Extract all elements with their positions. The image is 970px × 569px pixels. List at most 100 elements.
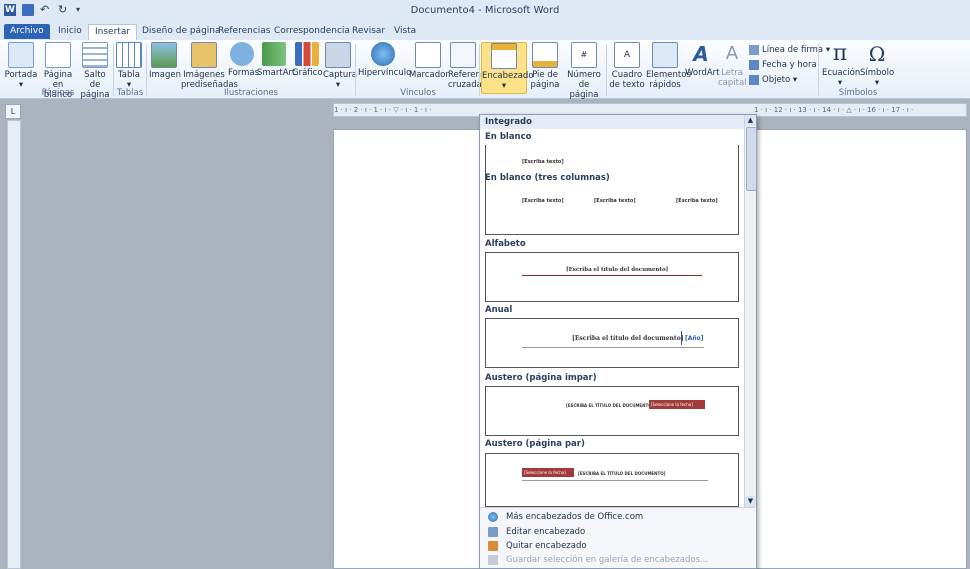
anual-divider [681, 331, 682, 345]
tab-inicio[interactable]: Inicio [52, 24, 88, 39]
gallery-item-anual[interactable]: [Escriba el título del documento] [Año] [485, 318, 739, 368]
tab-correspondencia[interactable]: Correspondencia [268, 24, 356, 39]
title-bar: W ↶ ↻ ▾ Documento4 - Microsoft Word [0, 0, 970, 23]
wordart-button[interactable]: A WordArt [685, 42, 720, 78]
picture-icon [151, 42, 177, 68]
gallery-scrollbar[interactable]: ▲ ▼ [744, 115, 757, 507]
date-time-icon [749, 59, 759, 70]
imagenes-prediseñadas-button[interactable]: Imágenes prediseñadas [181, 42, 238, 90]
quick-parts-icon [652, 42, 678, 68]
anual-rule [522, 347, 704, 348]
linea-de-firma-label: Línea de firma [762, 45, 824, 55]
group-separator [606, 44, 607, 96]
hipervinculo-button[interactable]: Hipervínculo [358, 42, 411, 78]
text-box-icon: A [614, 42, 640, 68]
tab-insertar[interactable]: Insertar [88, 24, 138, 40]
menu-label-guardar: Guardar selección en galería de encabeza… [506, 555, 709, 565]
referencia-cruzada-button[interactable]: Referencia cruzada [448, 42, 493, 90]
scroll-up-arrow-icon[interactable]: ▲ [745, 115, 756, 126]
header-gallery: Integrado En blanco [Escriba texto] En b… [479, 114, 757, 569]
placeholder-text: [Escriba texto] [522, 159, 564, 165]
numero-label-1: Número de [567, 70, 601, 90]
gallery-item-title: En blanco [485, 132, 532, 142]
ribbon: Portada ▾ Página en blanco Salto de pági… [0, 40, 970, 100]
wordart-label: WordArt [685, 68, 720, 78]
alfabeto-rule [522, 275, 702, 276]
chart-icon [295, 42, 319, 66]
tabla-button[interactable]: Tabla ▾ [116, 42, 142, 90]
salto-de-pagina-label-1: Salto de [84, 70, 106, 90]
gallery-item-tres-columnas[interactable]: [Escriba texto] [Escriba texto] [Escriba… [485, 186, 739, 235]
header-icon [491, 43, 517, 69]
shapes-icon [230, 42, 254, 66]
simbolo-button[interactable]: Ω Símbolo ▾ [860, 42, 894, 88]
tabla-label: Tabla [118, 70, 140, 80]
tab-revisar[interactable]: Revisar [346, 24, 391, 39]
encabezado-button[interactable]: Encabezado ▾ [481, 42, 534, 94]
letra-label-1: Letra [721, 68, 743, 78]
vertical-ruler[interactable] [7, 120, 21, 569]
formas-label: Formas [228, 68, 260, 78]
ruler-ticks-right: 1 · ı · 12 · ı · 13 · ı · 14 · ı · △ · ı… [754, 106, 914, 114]
imagen-button[interactable]: Imagen [149, 42, 182, 80]
menu-item-guardar-seleccion[interactable]: Guardar selección en galería de encabeza… [488, 553, 708, 567]
gallery-item-title: En blanco (tres columnas) [485, 173, 610, 183]
group-separator [818, 44, 819, 96]
smartart-label: SmartArt [257, 68, 296, 78]
screenshot-icon [325, 42, 351, 68]
menu-item-quitar-encabezado[interactable]: Quitar encabezado [488, 539, 587, 553]
numero-label-2: página [569, 90, 599, 100]
date-box: [Seleccione la fecha] [522, 468, 574, 477]
formas-button[interactable]: Formas [228, 42, 260, 78]
date-box: [Seleccione la fecha] [649, 400, 705, 409]
gallery-item-austero-impar[interactable]: [ESCRIBA EL TÍTULO DEL DOCUMENTO] [Selec… [485, 386, 739, 436]
objeto-label: Objeto [762, 75, 791, 85]
pie-de-pagina-button[interactable]: Pie de página [527, 42, 563, 90]
scroll-thumb[interactable] [746, 127, 757, 191]
tab-referencias[interactable]: Referencias [212, 24, 277, 39]
remove-header-icon [488, 540, 498, 551]
placeholder-text-left: [Escriba texto] [522, 198, 564, 204]
menu-label-quitar: Quitar encabezado [506, 541, 587, 551]
portada-button[interactable]: Portada ▾ [4, 42, 38, 90]
cuadro-de-texto-button[interactable]: A Cuadro de texto [609, 42, 645, 90]
elementos-rapidos-button[interactable]: Elementos rápidos [646, 42, 691, 90]
gallery-item-alfabeto[interactable]: [Escriba el título del documento] [485, 252, 739, 302]
hyperlink-globe-icon [371, 42, 395, 66]
footer-icon [532, 42, 558, 68]
elementos-label-1: Elementos [646, 70, 691, 80]
marcador-label: Marcador [409, 70, 449, 80]
captura-button[interactable]: Captura ▾ [323, 42, 357, 90]
marcador-button[interactable]: Marcador [409, 42, 449, 80]
austero-rule [522, 480, 708, 481]
letra-capital-button[interactable]: A Letra capital [718, 42, 747, 88]
menu-item-mas-encabezados[interactable]: Más encabezados de Office.com [488, 510, 643, 524]
ecuacion-button[interactable]: π Ecuación ▾ [822, 42, 860, 89]
tab-archivo[interactable]: Archivo [4, 24, 50, 39]
grafico-button[interactable]: Gráfico [292, 42, 323, 78]
imagenes-label-1: Imágenes [183, 70, 225, 80]
gallery-item-austero-par[interactable]: [Seleccione la fecha] [ESCRIBA EL TÍTULO… [485, 453, 739, 507]
tab-selector[interactable]: L [5, 104, 21, 119]
year-placeholder: [Año] [685, 335, 704, 342]
blank-page-icon [45, 42, 71, 68]
group-ilustraciones: Ilustraciones [223, 88, 278, 98]
page-number-icon: # [571, 42, 597, 68]
table-icon [116, 42, 142, 68]
letra-label-2: capital [718, 78, 747, 88]
placeholder-text: [Escriba el título del documento] [572, 335, 684, 342]
tab-vista[interactable]: Vista [388, 24, 422, 39]
page-break-icon [82, 42, 108, 68]
menu-label-editar: Editar encabezado [506, 527, 586, 537]
numero-de-pagina-button[interactable]: # Número de página [564, 42, 604, 100]
imagen-label: Imagen [149, 70, 182, 80]
date-placeholder: [Seleccione la fecha] [651, 402, 693, 407]
simbolo-label: Símbolo [860, 68, 895, 78]
gallery-item-title: Austero (página impar) [485, 373, 597, 383]
gallery-item-title: Alfabeto [485, 239, 526, 249]
smartart-button[interactable]: SmartArt [257, 42, 296, 78]
menu-item-editar-encabezado[interactable]: Editar encabezado [488, 525, 585, 539]
date-placeholder: [Seleccione la fecha] [524, 470, 566, 475]
scroll-down-arrow-icon[interactable]: ▼ [745, 496, 756, 507]
signature-line-icon [749, 44, 759, 55]
